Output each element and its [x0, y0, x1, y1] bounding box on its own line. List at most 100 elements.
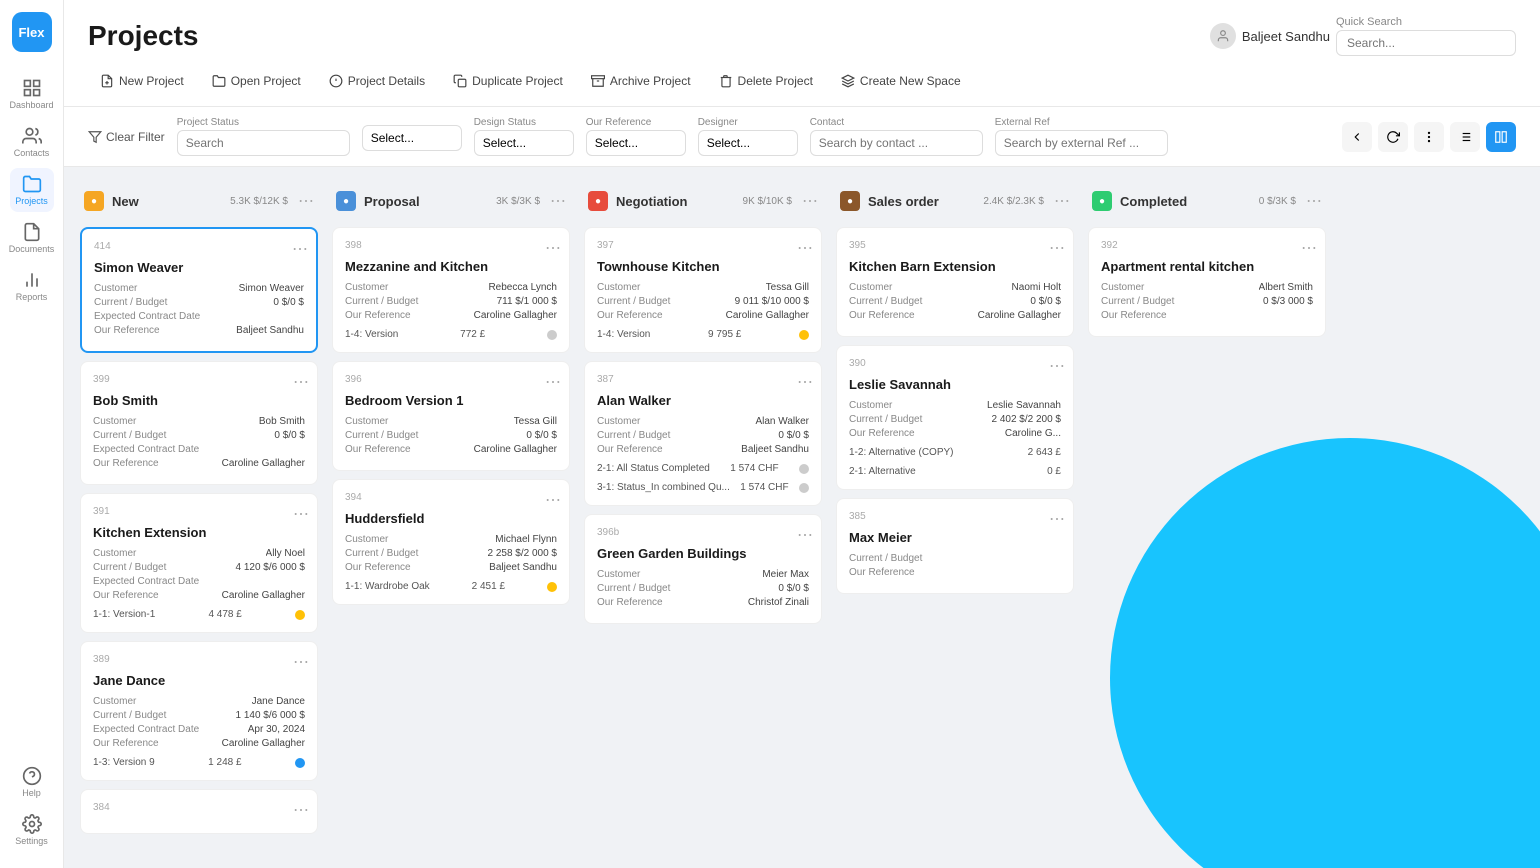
- card-field-customer: Customer Michael Flynn: [345, 534, 557, 545]
- card-more-button[interactable]: ⋯: [1049, 356, 1065, 376]
- more-options-button[interactable]: [1414, 122, 1444, 152]
- sidebar-item-reports[interactable]: Reports: [10, 264, 54, 308]
- card-more-button[interactable]: ⋯: [293, 504, 309, 524]
- budget-value: 711 $/1 000 $: [497, 296, 557, 307]
- card-field-ref: Our Reference Caroline G...: [849, 428, 1061, 439]
- sidebar-item-dashboard[interactable]: Dashboard: [10, 72, 54, 116]
- create-new-space-button[interactable]: Create New Space: [829, 68, 973, 94]
- budget-label: Current / Budget: [345, 548, 418, 559]
- card-more-button[interactable]: ⋯: [1049, 238, 1065, 258]
- sidebar-item-contacts[interactable]: Contacts: [10, 120, 54, 164]
- card-field-ref: Our Reference Christof Zinali: [597, 597, 809, 608]
- card-version-amount: 2 643 £: [1028, 447, 1061, 458]
- card[interactable]: 387 ⋯ Alan Walker Customer Alan Walker C…: [584, 361, 822, 506]
- sidebar-item-projects[interactable]: Projects: [10, 168, 54, 212]
- card-more-button[interactable]: ⋯: [1301, 238, 1317, 258]
- card-more-button[interactable]: ⋯: [545, 490, 561, 510]
- card[interactable]: 395 ⋯ Kitchen Barn Extension Customer Na…: [836, 227, 1074, 337]
- column-more-completed[interactable]: ⋯: [1304, 191, 1324, 211]
- contact-input[interactable]: [810, 130, 983, 156]
- budget-value: 0 $/0 $: [1030, 296, 1061, 307]
- card-more[interactable]: ⋯: [293, 800, 309, 820]
- card-field-customer: Customer Ally Noel: [93, 548, 305, 559]
- card-more-button[interactable]: ⋯: [545, 372, 561, 392]
- card[interactable]: 397 ⋯ Townhouse Kitchen Customer Tessa G…: [584, 227, 822, 353]
- sidebar-item-label: Help: [22, 788, 41, 798]
- card-stub[interactable]: 384⋯: [80, 789, 318, 834]
- budget-label: Current / Budget: [597, 296, 670, 307]
- external-ref-input[interactable]: [995, 130, 1168, 156]
- quick-search-input[interactable]: [1336, 30, 1516, 56]
- budget-value: 1 140 $/6 000 $: [235, 710, 305, 721]
- column-more-new[interactable]: ⋯: [296, 191, 316, 211]
- card[interactable]: 414 ⋯ Simon Weaver Customer Simon Weaver…: [80, 227, 318, 353]
- app-logo[interactable]: Flex: [12, 12, 52, 52]
- designer-select[interactable]: Select...: [698, 130, 798, 156]
- column-more-negotiation[interactable]: ⋯: [800, 191, 820, 211]
- card[interactable]: 396 ⋯ Bedroom Version 1 Customer Tessa G…: [332, 361, 570, 471]
- card[interactable]: 389 ⋯ Jane Dance Customer Jane Dance Cur…: [80, 641, 318, 781]
- design-status-select[interactable]: Select...: [474, 130, 574, 156]
- card-id: 396: [345, 374, 362, 385]
- sidebar-item-settings[interactable]: Settings: [10, 808, 54, 852]
- card-more-button[interactable]: ⋯: [1049, 509, 1065, 529]
- delete-project-button[interactable]: Delete Project: [707, 68, 825, 94]
- card-more-button[interactable]: ⋯: [545, 238, 561, 258]
- column-proposal: ● Proposal 3K $/3K $ ⋯ 398 ⋯ Mezzanine a…: [332, 183, 572, 852]
- card[interactable]: 390 ⋯ Leslie Savannah Customer Leslie Sa…: [836, 345, 1074, 490]
- card[interactable]: 391 ⋯ Kitchen Extension Customer Ally No…: [80, 493, 318, 633]
- card-more-button[interactable]: ⋯: [797, 238, 813, 258]
- card-version-row: 2-1: Alternative 0 £: [849, 466, 1061, 477]
- customer-value: Albert Smith: [1259, 282, 1313, 293]
- sidebar-item-documents[interactable]: Documents: [10, 216, 54, 260]
- card-field-contract-date: Expected Contract Date: [94, 311, 304, 322]
- card-header: 398 ⋯: [345, 240, 557, 251]
- card[interactable]: 392 ⋯ Apartment rental kitchen Customer …: [1088, 227, 1326, 337]
- card-more-button[interactable]: ⋯: [293, 372, 309, 392]
- refresh-button[interactable]: [1378, 122, 1408, 152]
- our-reference-select[interactable]: Select...: [586, 130, 686, 156]
- card-header: 395 ⋯: [849, 240, 1061, 251]
- card-more-button[interactable]: ⋯: [293, 652, 309, 672]
- budget-value: 2 258 $/2 000 $: [487, 548, 557, 559]
- new-project-button[interactable]: New Project: [88, 68, 196, 94]
- customer-value: Michael Flynn: [495, 534, 557, 545]
- sidebar-item-help[interactable]: Help: [10, 760, 54, 804]
- card-name: Apartment rental kitchen: [1101, 259, 1313, 274]
- prev-button[interactable]: [1342, 122, 1372, 152]
- card-field-budget: Current / Budget 0 $/0 $: [93, 430, 305, 441]
- project-status-input[interactable]: [177, 130, 350, 156]
- column-title-salesorder: Sales order: [868, 194, 975, 209]
- ref-value: Caroline Gallagher: [474, 444, 557, 455]
- card[interactable]: 394 ⋯ Huddersfield Customer Michael Flyn…: [332, 479, 570, 605]
- board-view-icon: [1494, 130, 1508, 144]
- card-footer: 1-3: Version 9 1 248 £: [93, 757, 305, 768]
- list-view-button[interactable]: [1450, 122, 1480, 152]
- card[interactable]: 385 ⋯ Max Meier Current / Budget Our Ref…: [836, 498, 1074, 594]
- project-status-select[interactable]: Select...: [362, 125, 462, 151]
- card[interactable]: 399 ⋯ Bob Smith Customer Bob Smith Curre…: [80, 361, 318, 485]
- board-view-button[interactable]: [1486, 122, 1516, 152]
- card-field-customer: Customer Bob Smith: [93, 416, 305, 427]
- budget-value: 2 402 $/2 200 $: [991, 414, 1061, 425]
- open-project-button[interactable]: Open Project: [200, 68, 313, 94]
- card-field-customer: Customer Leslie Savannah: [849, 400, 1061, 411]
- card-version-amount: 1 574 CHF: [740, 482, 788, 493]
- card-more-button[interactable]: ⋯: [292, 239, 308, 259]
- duplicate-project-button[interactable]: Duplicate Project: [441, 68, 575, 94]
- column-more-proposal[interactable]: ⋯: [548, 191, 568, 211]
- ref-value: Caroline Gallagher: [978, 310, 1061, 321]
- card[interactable]: 398 ⋯ Mezzanine and Kitchen Customer Reb…: [332, 227, 570, 353]
- ref-value: Christof Zinali: [748, 597, 809, 608]
- budget-value: 4 120 $/6 000 $: [235, 562, 305, 573]
- card-more-button[interactable]: ⋯: [797, 525, 813, 545]
- kanban-board: ● New 5.3K $/12K $ ⋯ 414 ⋯ Simon Weaver …: [64, 167, 1540, 868]
- card[interactable]: 396b ⋯ Green Garden Buildings Customer M…: [584, 514, 822, 624]
- card-more-button[interactable]: ⋯: [797, 372, 813, 392]
- filter-project-status: Project Status: [177, 117, 350, 156]
- project-details-button[interactable]: Project Details: [317, 68, 437, 94]
- archive-project-button[interactable]: Archive Project: [579, 68, 703, 94]
- clear-filter-button[interactable]: Clear Filter: [88, 130, 165, 144]
- sidebar-item-label: Documents: [9, 244, 55, 254]
- column-more-salesorder[interactable]: ⋯: [1052, 191, 1072, 211]
